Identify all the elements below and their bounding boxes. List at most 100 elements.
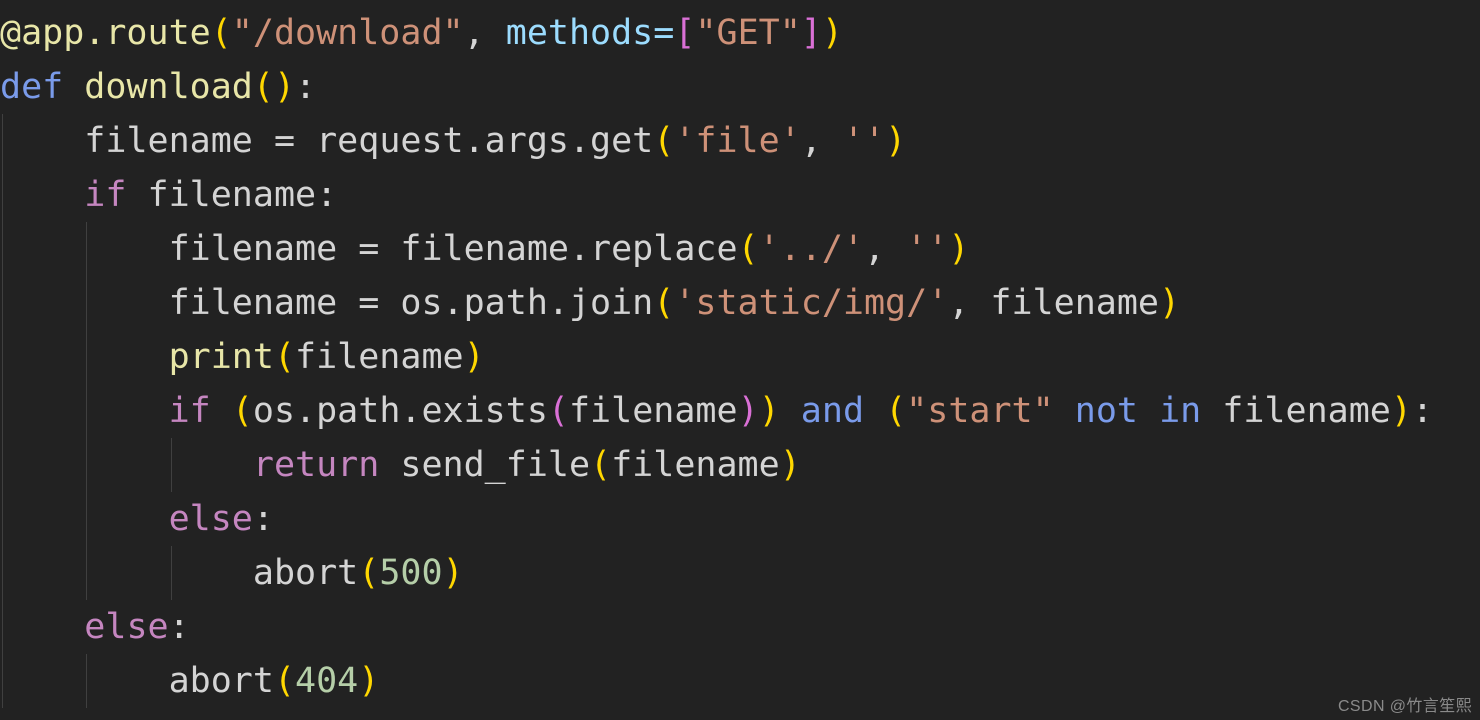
code-token: =: [653, 13, 675, 53]
code-line[interactable]: print(filename): [0, 330, 1480, 384]
code-token: else: [168, 499, 253, 539]
code-line[interactable]: @app.route("/download", methods=["GET"]): [0, 6, 1480, 60]
code-token: filename: [168, 283, 359, 323]
code-token: :: [295, 67, 317, 107]
code-token: ): [821, 13, 843, 53]
code-line[interactable]: if filename:: [0, 168, 1480, 222]
code-token: '': [842, 121, 886, 161]
code-token: ): [1390, 391, 1412, 431]
code-token: , filename: [948, 283, 1159, 323]
code-token: filename: [611, 445, 780, 485]
code-line[interactable]: filename = filename.replace('../', ''): [0, 222, 1480, 276]
code-token: 404: [295, 661, 359, 701]
code-token: ): [948, 229, 970, 269]
code-token: (: [273, 661, 296, 701]
code-token: ): [442, 553, 464, 593]
code-token: (: [885, 391, 907, 431]
code-token: ,: [863, 229, 907, 269]
code-token: os.path.exists: [252, 391, 548, 431]
code-line[interactable]: else:: [0, 492, 1480, 546]
code-token: filename: [168, 229, 359, 269]
code-token: ,: [800, 121, 843, 161]
code-token: '': [906, 229, 949, 269]
code-token: ): [463, 337, 485, 377]
code-token: ): [358, 661, 380, 701]
code-token: filename: [568, 391, 738, 431]
code-token: :: [252, 499, 274, 539]
code-line[interactable]: if (os.path.exists(filename)) and ("star…: [0, 384, 1480, 438]
code-token: '../': [758, 229, 864, 269]
code-token: ): [758, 391, 780, 431]
indent-guides: [0, 600, 1480, 654]
code-token: ): [737, 391, 759, 431]
code-token: filename: [295, 337, 464, 377]
code-token: filename: [1201, 391, 1391, 431]
code-line[interactable]: abort(404): [0, 654, 1480, 708]
code-token: @app.route: [0, 13, 211, 53]
code-token: 'static/img/': [674, 283, 949, 323]
code-line-text: abort(404): [0, 654, 380, 708]
code-token: =: [358, 283, 380, 323]
code-editor[interactable]: @app.route("/download", methods=["GET"])…: [0, 0, 1480, 720]
code-line[interactable]: filename = os.path.join('static/img/', f…: [0, 276, 1480, 330]
code-line-text: else:: [0, 600, 189, 654]
code-token: os.path.join: [379, 283, 654, 323]
csdn-watermark: CSDN @竹言笙熙: [1337, 698, 1472, 715]
code-content[interactable]: @app.route("/download", methods=["GET"])…: [0, 6, 1480, 708]
code-token: ): [779, 445, 801, 485]
code-token: abort: [168, 661, 274, 701]
code-token: (: [210, 13, 232, 53]
code-line[interactable]: return send_file(filename): [0, 438, 1480, 492]
code-line-text: return send_file(filename): [0, 438, 801, 492]
code-token: filename:: [126, 175, 338, 215]
code-token: 'file': [674, 121, 801, 161]
code-token: (: [547, 391, 569, 431]
code-token: (: [273, 337, 296, 377]
code-token: =: [273, 121, 296, 161]
code-token: if: [84, 175, 127, 215]
code-token: "/download": [231, 13, 464, 53]
code-line-text: filename = request.args.get('file', ''): [0, 114, 906, 168]
code-line-text: abort(500): [0, 546, 464, 600]
code-token: [: [674, 13, 696, 53]
code-line-text: print(filename): [0, 330, 485, 384]
code-token: (: [653, 121, 675, 161]
code-line[interactable]: abort(500): [0, 546, 1480, 600]
code-token: ]: [800, 13, 822, 53]
code-line[interactable]: else:: [0, 600, 1480, 654]
code-token: (: [252, 67, 274, 107]
code-token: =: [358, 229, 380, 269]
code-token: methods: [505, 13, 654, 53]
code-token: (: [231, 391, 253, 431]
code-token: abort: [252, 553, 359, 593]
code-token: else: [84, 607, 169, 647]
code-token: print: [168, 337, 274, 377]
code-line-text: if filename:: [0, 168, 337, 222]
code-token: and: [800, 391, 865, 431]
code-token: (: [737, 229, 759, 269]
code-token: download: [84, 67, 253, 107]
code-token: def: [0, 67, 64, 107]
code-token: send_file: [379, 445, 591, 485]
code-line[interactable]: filename = request.args.get('file', ''): [0, 114, 1480, 168]
code-token: filename: [84, 121, 274, 161]
code-token: return: [252, 445, 380, 485]
code-line-text: def download():: [0, 60, 316, 114]
code-token: ): [273, 67, 296, 107]
code-token: in: [1159, 391, 1202, 431]
code-line[interactable]: def download():: [0, 60, 1480, 114]
code-token: ,: [463, 13, 506, 53]
code-line-text: if (os.path.exists(filename)) and ("star…: [0, 384, 1433, 438]
code-token: ): [885, 121, 907, 161]
code-token: "GET": [695, 13, 801, 53]
